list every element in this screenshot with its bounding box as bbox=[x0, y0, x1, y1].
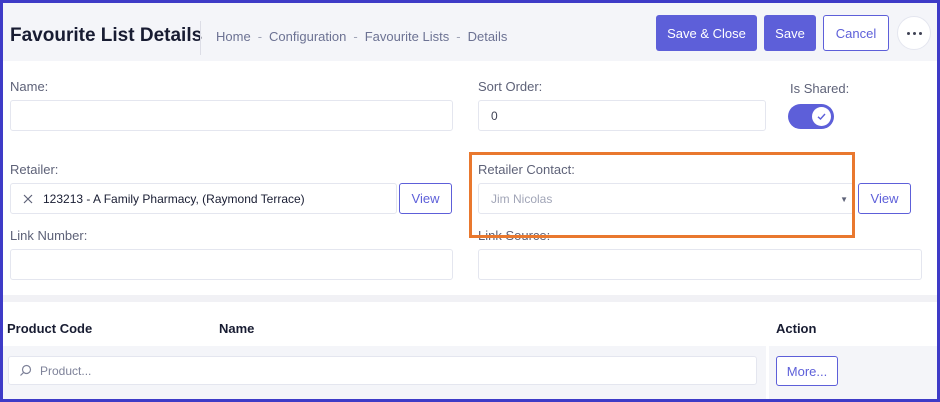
breadcrumb: Home - Configuration - Favourite Lists -… bbox=[216, 29, 507, 44]
retailer-contact-label: Retailer Contact: bbox=[478, 162, 575, 177]
section-divider bbox=[3, 295, 937, 302]
sort-order-label: Sort Order: bbox=[478, 79, 543, 94]
header-divider bbox=[200, 21, 201, 55]
link-number-label: Link Number: bbox=[10, 228, 88, 243]
product-search-placeholder: Product... bbox=[40, 363, 92, 378]
retailer-contact-value: Jim Nicolas bbox=[491, 191, 553, 206]
column-header-product-code[interactable]: Product Code bbox=[7, 321, 92, 336]
cancel-button[interactable]: Cancel bbox=[823, 15, 889, 51]
chevron-down-icon: ▼ bbox=[840, 195, 848, 204]
breadcrumb-separator: - bbox=[257, 29, 263, 44]
is-shared-label: Is Shared: bbox=[790, 81, 850, 96]
breadcrumb-home[interactable]: Home bbox=[216, 29, 251, 44]
product-search-input[interactable]: Product... bbox=[8, 356, 757, 385]
link-source-input[interactable] bbox=[478, 249, 922, 280]
ellipsis-icon[interactable] bbox=[897, 16, 931, 50]
link-source-label: Link Source: bbox=[478, 228, 551, 243]
more-button[interactable]: More... bbox=[776, 356, 838, 386]
save-button[interactable]: Save bbox=[764, 15, 816, 51]
breadcrumb-details: Details bbox=[467, 29, 508, 44]
retailer-contact-select[interactable]: Jim Nicolas ▼ bbox=[478, 183, 854, 214]
link-number-input[interactable] bbox=[10, 249, 453, 280]
clear-icon[interactable] bbox=[23, 194, 33, 204]
column-divider bbox=[766, 346, 769, 399]
column-header-name[interactable]: Name bbox=[219, 321, 254, 336]
breadcrumb-configuration[interactable]: Configuration bbox=[269, 29, 346, 44]
save-and-close-button[interactable]: Save & Close bbox=[656, 15, 757, 51]
retailer-view-button[interactable]: View bbox=[399, 183, 452, 214]
retailer-value: 123213 - A Family Pharmacy, (Raymond Ter… bbox=[43, 191, 305, 206]
retailer-select[interactable]: 123213 - A Family Pharmacy, (Raymond Ter… bbox=[10, 183, 397, 214]
is-shared-toggle[interactable] bbox=[788, 104, 834, 129]
breadcrumb-favourite-lists[interactable]: Favourite Lists bbox=[365, 29, 450, 44]
page-title: Favourite List Details bbox=[10, 25, 203, 46]
retailer-contact-view-button[interactable]: View bbox=[858, 183, 911, 214]
column-header-action: Action bbox=[776, 321, 817, 336]
search-icon bbox=[19, 364, 32, 377]
check-icon bbox=[812, 107, 831, 126]
name-label: Name: bbox=[10, 79, 49, 94]
breadcrumb-separator: - bbox=[353, 29, 358, 44]
breadcrumb-separator: - bbox=[456, 29, 461, 44]
name-input[interactable] bbox=[10, 100, 453, 131]
retailer-label: Retailer: bbox=[10, 162, 59, 177]
sort-order-input[interactable]: 0 bbox=[478, 100, 766, 131]
